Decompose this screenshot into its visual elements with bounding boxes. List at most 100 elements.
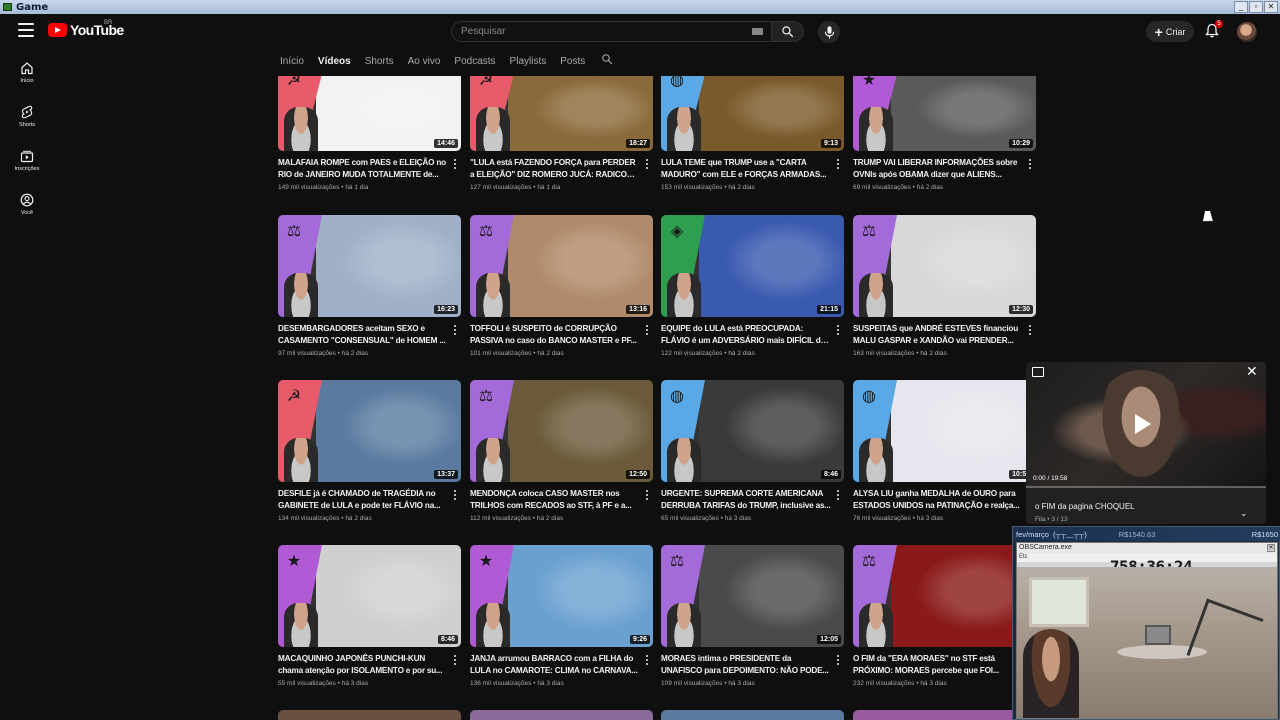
video-card[interactable]: ⚖ 12:30 SUSPEITAS que ANDRÉ ESTEVES financ… (853, 215, 1036, 375)
video-title[interactable]: O FIM da "ERA MORAES" no STF está PRÓXIM… (853, 653, 1023, 677)
video-thumbnail[interactable]: ★ 8:46 (278, 545, 461, 647)
video-title[interactable]: SUSPEITAS que ANDRÉ ESTEVES financiou MA… (853, 323, 1023, 347)
more-options-icon[interactable] (1026, 158, 1034, 170)
miniplayer-title[interactable]: o FIM da pagina CHOQUEL (1035, 502, 1135, 511)
video-thumbnail[interactable] (853, 710, 1036, 720)
video-thumbnail[interactable]: ☭ 18:27 (470, 76, 653, 151)
more-options-icon[interactable] (834, 158, 842, 170)
video-card[interactable]: ☭ 14:46 MALAFAIA ROMPE com PAES e ELEIÇÃO … (278, 76, 461, 236)
close-window-icon[interactable]: ✕ (1264, 1, 1278, 13)
create-button[interactable]: + Criar (1146, 21, 1194, 42)
guide-item-you[interactable]: Você (2, 185, 52, 223)
video-card[interactable]: ☭ 18:27 "LULA está FAZENDO FORÇA para PERD… (470, 76, 653, 236)
video-card[interactable]: ⚖ 12:05 MORAES intima o PRESIDENTE da UNAF… (661, 545, 844, 705)
video-card[interactable]: ☭ 13:37 DESFILE já é CHAMADO de TRAGÉDIA n… (278, 380, 461, 540)
miniplayer-progress-bar[interactable] (1026, 486, 1266, 488)
keyboard-icon[interactable] (752, 28, 763, 35)
video-card[interactable]: ◍ 10:54 ALYSA LIU ganha MEDALHA de OURO pa… (853, 380, 1036, 540)
miniplayer[interactable]: ✕ 0:00 / 19:58 o FIM da pagina CHOQUEL F… (1026, 362, 1266, 524)
more-options-icon[interactable] (643, 489, 651, 501)
expand-icon[interactable] (1032, 367, 1044, 377)
video-thumbnail[interactable] (661, 710, 844, 720)
play-icon[interactable] (1135, 414, 1151, 434)
video-thumbnail[interactable] (470, 710, 653, 720)
video-title[interactable]: MENDONÇA coloca CASO MASTER nos TRILHOS … (470, 488, 640, 512)
more-options-icon[interactable] (834, 489, 842, 501)
more-options-icon[interactable] (643, 324, 651, 336)
video-thumbnail[interactable]: ★ 9:26 (470, 545, 653, 647)
video-thumbnail[interactable]: ◍ 10:54 (853, 380, 1036, 482)
tab-posts[interactable]: Posts (560, 56, 585, 67)
menu-icon[interactable] (18, 23, 34, 37)
more-options-icon[interactable] (451, 158, 459, 170)
tab-playlists[interactable]: Playlists (510, 56, 547, 67)
video-title[interactable]: DESFILE já é CHAMADO de TRAGÉDIA no GABI… (278, 488, 448, 512)
video-card[interactable]: ★ 10:29 TRUMP VAI LIBERAR INFORMAÇÕES sobr… (853, 76, 1036, 236)
video-card[interactable]: ◍ 8:46 URGENTE: SUPREMA CORTE AMERICANA DE… (661, 380, 844, 540)
search-button[interactable] (772, 21, 804, 42)
tab-inicio[interactable]: Início (280, 56, 304, 67)
video-card[interactable]: ⚖ 13:16 TOFFOLI é SUSPEITO de CORRUPÇÃO PA… (470, 215, 653, 375)
video-meta: 101 mil visualizações • há 2 dias (470, 350, 564, 357)
guide-item-home[interactable]: Início (2, 53, 52, 91)
video-title[interactable]: ALYSA LIU ganha MEDALHA de OURO para EST… (853, 488, 1023, 512)
video-thumbnail[interactable]: ⚖ 13:16 (470, 215, 653, 317)
video-thumbnail[interactable]: ◍ 8:46 (661, 380, 844, 482)
video-title[interactable]: "LULA está FAZENDO FORÇA para PERDER a E… (470, 157, 640, 181)
video-title[interactable]: MACAQUINHO JAPONÊS PUNCHI-KUN chama aten… (278, 653, 448, 677)
more-options-icon[interactable] (834, 654, 842, 666)
guide-item-shorts[interactable]: Shorts (2, 97, 52, 135)
video-title[interactable]: LULA TEME que TRUMP use a "CARTA MADURO"… (661, 157, 831, 181)
video-thumbnail[interactable]: ⚖ (853, 545, 1036, 647)
video-thumbnail[interactable] (278, 710, 461, 720)
video-title[interactable]: TOFFOLI é SUSPEITO de CORRUPÇÃO PASSIVA … (470, 323, 640, 347)
video-title[interactable]: URGENTE: SUPREMA CORTE AMERICANA DERRUBA… (661, 488, 831, 512)
tab-shorts[interactable]: Shorts (365, 56, 394, 67)
more-options-icon[interactable] (451, 654, 459, 666)
thumbnail-host-figure (667, 603, 701, 647)
video-title[interactable]: EQUIPE do LULA está PREOCUPADA: FLÁVIO é… (661, 323, 831, 347)
video-card[interactable]: ◈ 21:15 EQUIPE do LULA está PREOCUPADA: FL… (661, 215, 844, 375)
video-card[interactable]: ⚖ 12:50 MENDONÇA coloca CASO MASTER nos TR… (470, 380, 653, 540)
video-thumbnail[interactable]: ☭ 13:37 (278, 380, 461, 482)
close-icon[interactable]: ✕ (1267, 544, 1275, 552)
video-title[interactable]: MALAFAIA ROMPE com PAES e ELEIÇÃO no RIO… (278, 157, 448, 181)
miniplayer-video[interactable]: ✕ 0:00 / 19:58 (1026, 362, 1266, 487)
more-options-icon[interactable] (643, 158, 651, 170)
video-thumbnail[interactable]: ⚖ 16:23 (278, 215, 461, 317)
search-input[interactable] (452, 26, 742, 37)
maximize-icon[interactable]: ▫ (1249, 1, 1263, 13)
video-thumbnail[interactable]: ⚖ 12:30 (853, 215, 1036, 317)
account-avatar[interactable] (1237, 22, 1257, 42)
video-title[interactable]: TRUMP VAI LIBERAR INFORMAÇÕES sobre OVNI… (853, 157, 1023, 181)
video-thumbnail[interactable]: ★ 10:29 (853, 76, 1036, 151)
close-icon[interactable]: ✕ (1246, 364, 1258, 378)
more-options-icon[interactable] (834, 324, 842, 336)
video-title[interactable]: DESEMBARGADORES aceitam SEXO e CASAMENTO… (278, 323, 448, 347)
video-title[interactable]: JANJA arrumou BARRACO com a FILHA do LUL… (470, 653, 640, 677)
more-options-icon[interactable] (1026, 324, 1034, 336)
video-thumbnail[interactable]: ◍ 9:13 (661, 76, 844, 151)
voice-search-button[interactable] (818, 21, 840, 43)
chevron-down-icon[interactable]: ⌄ (1240, 508, 1248, 519)
channel-search-button[interactable] (601, 52, 613, 70)
video-title[interactable]: MORAES intima o PRESIDENTE da UNAFISCO p… (661, 653, 831, 677)
tab-podcasts[interactable]: Podcasts (454, 56, 495, 67)
video-card[interactable]: ★ 8:46 MACAQUINHO JAPONÊS PUNCHI-KUN chama… (278, 545, 461, 705)
video-card[interactable]: ⚖ O FIM da "ERA MORAES" no STF está PRÓXI… (853, 545, 1036, 705)
video-card[interactable]: ◍ 9:13 LULA TEME que TRUMP use a "CARTA MA… (661, 76, 844, 236)
tab-ao-vivo[interactable]: Ao vivo (408, 56, 441, 67)
video-thumbnail[interactable]: ◈ 21:15 (661, 215, 844, 317)
minimize-icon[interactable]: _ (1234, 1, 1248, 13)
more-options-icon[interactable] (451, 489, 459, 501)
more-options-icon[interactable] (451, 324, 459, 336)
guide-item-subscriptions[interactable]: Inscrições (2, 141, 52, 179)
more-options-icon[interactable] (643, 654, 651, 666)
video-thumbnail[interactable]: ⚖ 12:50 (470, 380, 653, 482)
video-duration: 10:29 (1009, 139, 1033, 148)
tab-videos[interactable]: Vídeos (318, 56, 351, 67)
video-card[interactable]: ★ 9:26 JANJA arrumou BARRACO com a FILHA d… (470, 545, 653, 705)
video-card[interactable]: ⚖ 16:23 DESEMBARGADORES aceitam SEXO e CAS… (278, 215, 461, 375)
video-thumbnail[interactable]: ☭ 14:46 (278, 76, 461, 151)
video-thumbnail[interactable]: ⚖ 12:05 (661, 545, 844, 647)
